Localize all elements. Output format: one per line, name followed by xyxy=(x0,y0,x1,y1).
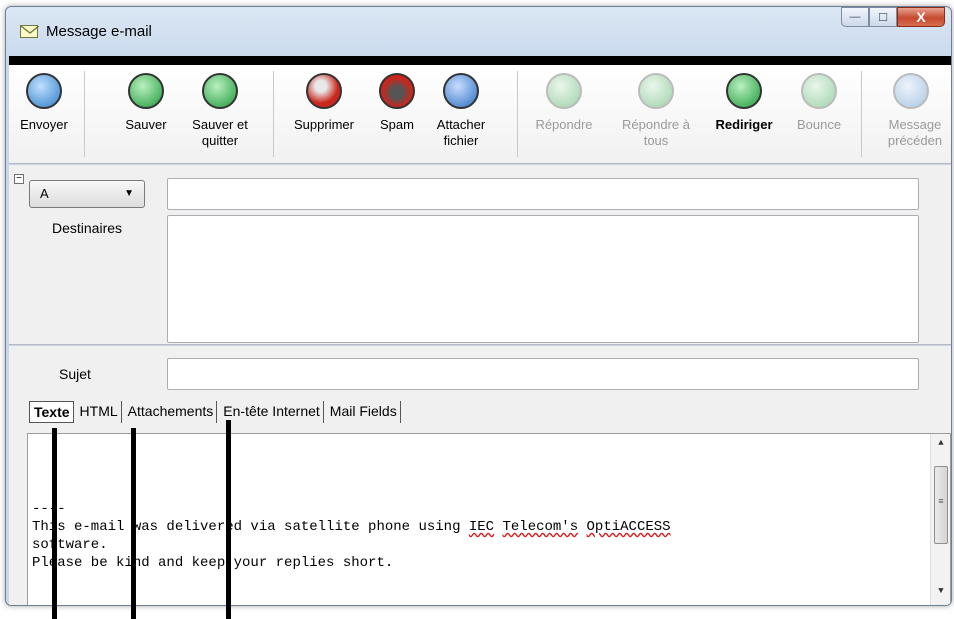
maximize-button[interactable]: ☐ xyxy=(869,7,897,27)
menu-bar xyxy=(9,56,951,65)
subject-field[interactable] xyxy=(167,358,919,390)
signature-separator: ---- xyxy=(32,501,66,517)
spellcheck-word: Telecom's xyxy=(502,519,579,535)
annotation-marker xyxy=(52,428,57,619)
vertical-scrollbar[interactable]: ▲ ≡ ▼ xyxy=(930,434,951,605)
reply-all-icon xyxy=(638,73,674,109)
message-body-area: ---- This e-mail was delivered via satel… xyxy=(9,423,951,605)
delete-button[interactable]: Supprimer xyxy=(284,65,364,133)
message-body-editor[interactable]: ---- This e-mail was delivered via satel… xyxy=(27,433,951,605)
spellcheck-word: OptiACCESS xyxy=(586,519,671,535)
spam-button[interactable]: Spam xyxy=(372,65,422,133)
minimize-button[interactable]: — xyxy=(841,7,869,27)
annotation-marker xyxy=(226,420,231,619)
attach-file-label: Attacher fichier xyxy=(436,117,486,148)
tab-html[interactable]: HTML xyxy=(76,401,122,423)
spam-label: Spam xyxy=(380,117,414,132)
maximize-icon: ☐ xyxy=(878,11,888,24)
spellcheck-word: IEC xyxy=(468,519,495,535)
body-space xyxy=(494,519,502,535)
delete-label: Supprimer xyxy=(294,117,354,132)
save-icon xyxy=(128,73,164,109)
recipient-type-select[interactable]: A ▼ xyxy=(29,180,145,208)
previous-message-label: Message précéden xyxy=(887,117,943,148)
reply-label: Répondre xyxy=(535,117,593,132)
close-button[interactable]: X xyxy=(897,7,945,27)
chevron-down-icon: ▼ xyxy=(124,188,134,199)
tab-en-tete-internet[interactable]: En-tête Internet xyxy=(219,401,324,423)
window-title: Message e-mail xyxy=(46,23,152,40)
send-icon xyxy=(26,73,62,109)
body-line: This e-mail was delivered via satellite … xyxy=(32,519,469,535)
tab-mail-fields[interactable]: Mail Fields xyxy=(326,401,401,423)
to-field[interactable] xyxy=(167,178,919,210)
bounce-button[interactable]: Bounce xyxy=(788,65,850,133)
tab-attachements[interactable]: Attachements xyxy=(124,401,218,423)
destinaires-field[interactable] xyxy=(167,215,919,343)
trash-icon xyxy=(306,73,342,109)
previous-message-icon xyxy=(893,73,929,109)
bounce-icon xyxy=(801,73,837,109)
annotation-marker xyxy=(131,428,136,619)
envelope-icon xyxy=(20,25,39,38)
reply-all-button[interactable]: Répondre à tous xyxy=(616,65,696,149)
scroll-thumb[interactable]: ≡ xyxy=(934,466,948,544)
tab-texte[interactable]: Texte xyxy=(29,401,74,423)
minimize-icon: — xyxy=(849,11,861,23)
message-body-text: ---- This e-mail was delivered via satel… xyxy=(32,500,671,572)
bounce-label: Bounce xyxy=(796,117,842,132)
toolbar-separator xyxy=(273,71,274,157)
toolbar-separator xyxy=(861,71,862,157)
title-bar: Message e-mail — ☐ X xyxy=(6,7,951,55)
body-space xyxy=(578,519,586,535)
save-and-quit-button[interactable]: Sauver et quitter xyxy=(180,65,260,149)
recipient-type-value: A xyxy=(40,186,49,201)
scroll-up-icon[interactable]: ▲ xyxy=(931,438,951,456)
paperclip-icon xyxy=(443,73,479,109)
send-button[interactable]: Envoyer xyxy=(11,65,77,133)
save-and-quit-label: Sauver et quitter xyxy=(192,117,248,148)
caption-buttons: — ☐ X xyxy=(841,7,945,35)
send-label: Envoyer xyxy=(20,117,68,132)
body-line: Please be kind and keep your replies sho… xyxy=(32,555,394,571)
save-button[interactable]: Sauver xyxy=(116,65,176,133)
toolbar-separator xyxy=(84,71,85,157)
save-close-icon xyxy=(202,73,238,109)
reply-icon xyxy=(546,73,582,109)
collapse-toggle[interactable]: − xyxy=(14,174,24,184)
redirect-button[interactable]: Rediriger xyxy=(706,65,782,133)
close-icon: X xyxy=(916,9,926,25)
spam-icon xyxy=(379,73,415,109)
body-tabs: Texte HTML Attachements En-tête Internet… xyxy=(9,397,951,423)
toolbar-separator xyxy=(517,71,518,157)
subject-row: Sujet xyxy=(9,346,951,397)
redirect-icon xyxy=(726,73,762,109)
reply-all-label: Répondre à tous xyxy=(622,117,690,148)
attach-file-button[interactable]: Attacher fichier xyxy=(428,65,494,149)
scroll-down-icon[interactable]: ▼ xyxy=(931,586,951,604)
recipients-panel: − A ▼ Destinaires xyxy=(9,165,951,345)
subject-label: Sujet xyxy=(59,366,91,382)
toolbar: Envoyer Sauver Sauver et quitter Supprim… xyxy=(9,65,951,164)
compose-window: Message e-mail — ☐ X Envoyer Sauver Sauv… xyxy=(5,6,952,606)
destinaires-label: Destinaires xyxy=(52,220,123,236)
body-line: software. xyxy=(32,537,108,553)
reply-button[interactable]: Répondre xyxy=(524,65,604,133)
redirect-label: Rediriger xyxy=(715,117,773,132)
save-label: Sauver xyxy=(125,117,167,132)
previous-message-button[interactable]: Message précéden xyxy=(877,65,951,149)
